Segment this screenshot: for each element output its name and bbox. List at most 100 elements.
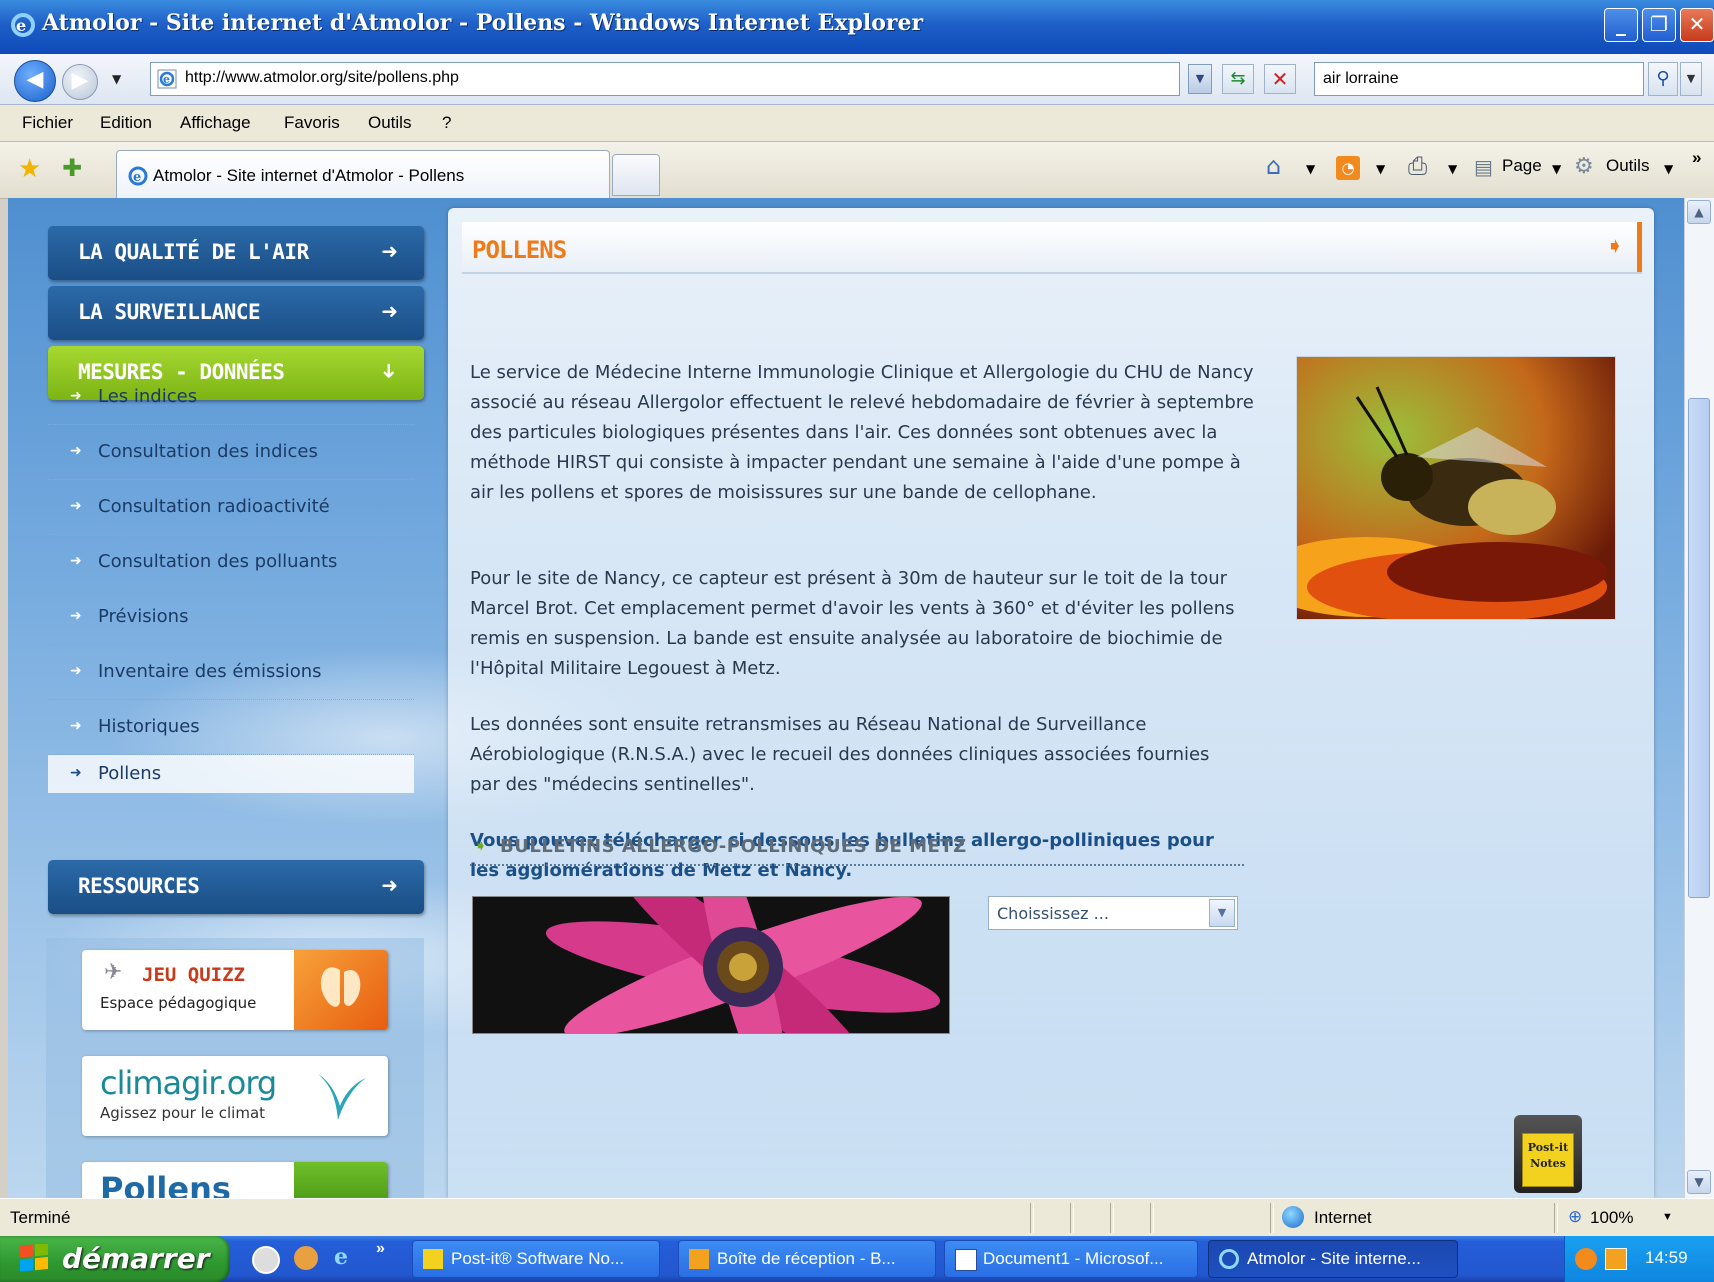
minimize-button[interactable]: _ <box>1604 8 1638 42</box>
search-input[interactable]: air lorraine <box>1314 62 1644 96</box>
tab-active[interactable]: e Atmolor - Site internet d'Atmolor - Po… <box>116 150 610 198</box>
close-button[interactable]: ✕ <box>1680 8 1714 42</box>
scroll-thumb[interactable] <box>1688 398 1710 898</box>
tools-dropdown-icon[interactable]: ▼ <box>1664 162 1673 176</box>
bulletins-heading[interactable]: ➧ BULLETINS ALLERGO-POLLINIQUES DE METZ <box>470 836 1244 866</box>
home-icon[interactable]: ⌂ <box>1266 152 1281 180</box>
bird-logo-icon <box>318 1074 366 1120</box>
status-divider <box>1070 1203 1074 1233</box>
page-dropdown-icon[interactable]: ▼ <box>1552 162 1561 176</box>
zoom-icon: ⊕ <box>1568 1207 1583 1227</box>
home-dropdown-icon[interactable]: ▼ <box>1306 162 1315 176</box>
taskbar-outlook[interactable]: Boîte de réception - B... <box>678 1240 936 1278</box>
climagir-title: climagir.org <box>100 1064 277 1102</box>
flower-photo <box>472 896 950 1034</box>
page-icon: e <box>157 69 177 89</box>
sidebar-item-label: Pollens <box>98 763 162 784</box>
sidebar-item-inventaire[interactable]: ➜ Inventaire des émissions <box>48 645 414 700</box>
chevron-down-icon[interactable]: ▼ <box>1209 899 1235 927</box>
status-divider <box>1150 1203 1154 1233</box>
quicklaunch-firefox-icon[interactable] <box>294 1246 318 1270</box>
search-icon[interactable]: ⚲ <box>1648 62 1678 96</box>
menu-fichier[interactable]: Fichier <box>22 113 73 133</box>
taskbar-label: Post-it® Software No... <box>451 1249 625 1268</box>
address-url[interactable]: http://www.atmolor.org/site/pollens.php <box>185 69 459 87</box>
forward-button[interactable]: ▶ <box>62 64 98 100</box>
postit-notes-icon[interactable]: Post-it Notes <box>1514 1115 1582 1193</box>
pollens-banner[interactable]: Pollens <box>82 1162 388 1198</box>
bullet-arrow-icon: ➜ <box>70 765 82 781</box>
quicklaunch-ie-icon[interactable]: e <box>334 1244 348 1270</box>
bulletins-title: BULLETINS ALLERGO-POLLINIQUES DE METZ <box>500 836 967 857</box>
taskbar-ie-active[interactable]: Atmolor - Site interne... <box>1208 1240 1458 1278</box>
zoom-dropdown-icon[interactable]: ▼ <box>1662 1211 1673 1223</box>
taskbar-word[interactable]: Document1 - Microsof... <box>944 1240 1198 1278</box>
svg-text:e: e <box>163 73 170 86</box>
search-options-icon[interactable]: ▼ <box>1680 62 1702 96</box>
menu-affichage[interactable]: Affichage <box>180 113 251 133</box>
stop-icon[interactable]: ✕ <box>1264 64 1296 94</box>
print-dropdown-icon[interactable]: ▼ <box>1448 162 1457 176</box>
menu-outils[interactable]: Outils <box>368 113 411 133</box>
nav-section-surveillance[interactable]: LA SURVEILLANCE ➜ <box>48 286 424 340</box>
menu-favoris[interactable]: Favoris <box>284 113 340 133</box>
postit-app-icon <box>423 1249 443 1269</box>
more-commands-chevron[interactable]: » <box>1692 148 1701 168</box>
scroll-up-icon[interactable]: ▲ <box>1687 200 1711 224</box>
address-dropdown-icon[interactable]: ▼ <box>1188 64 1212 94</box>
bullet-arrow-icon: ➜ <box>70 718 82 734</box>
postit-label-1: Post-it <box>1527 1141 1569 1154</box>
quicklaunch-app-icon[interactable] <box>252 1246 280 1274</box>
sidebar-item-les-indices[interactable]: ➜ Les indices <box>48 370 414 425</box>
history-dropdown-icon[interactable]: ▼ <box>112 72 121 86</box>
window-title-bar[interactable]: e Atmolor - Site internet d'Atmolor - Po… <box>0 0 1714 54</box>
menu-help[interactable]: ? <box>442 113 451 133</box>
page-menu-icon: ▤ <box>1474 155 1493 179</box>
climagir-banner[interactable]: climagir.org Agissez pour le climat <box>82 1056 388 1136</box>
start-button[interactable]: démarrer <box>0 1236 230 1282</box>
zoom-level[interactable]: 100% <box>1590 1208 1633 1228</box>
quicklaunch-more-chevron[interactable]: » <box>376 1240 385 1258</box>
taskbar-postit[interactable]: Post-it® Software No... <box>412 1240 660 1278</box>
bulletin-select[interactable]: Choississez ... ▼ <box>988 896 1238 930</box>
butterfly-icon <box>294 950 388 1030</box>
ie-logo-icon: e <box>11 13 35 37</box>
refresh-icon[interactable]: ⇆ <box>1222 64 1254 94</box>
sidebar-item-previsions[interactable]: ➜ Prévisions <box>48 590 414 645</box>
sidebar-item-consultation-radioactivite[interactable]: ➜ Consultation radioactivité <box>48 480 414 535</box>
feeds-icon[interactable]: ◔ <box>1336 156 1360 180</box>
menu-bar: Fichier Edition Affichage Favoris Outils… <box>0 105 1714 142</box>
tools-menu[interactable]: Outils <box>1606 156 1649 176</box>
nav-section-air-quality[interactable]: LA QUALITÉ DE L'AIR ➜ <box>48 226 424 280</box>
menu-edition[interactable]: Edition <box>100 113 152 133</box>
windows-flag-icon <box>20 1244 48 1272</box>
scroll-down-icon[interactable]: ▼ <box>1687 1170 1711 1194</box>
status-divider <box>1270 1203 1274 1233</box>
rnsa-paragraph: Les données sont ensuite retransmises au… <box>470 714 1210 795</box>
download-arrow-icon: ➧ <box>474 836 488 855</box>
sidebar-item-pollens[interactable]: ➜ Pollens <box>48 755 414 793</box>
page-menu[interactable]: Page <box>1502 156 1542 176</box>
vertical-scrollbar[interactable]: ▲ ▼ <box>1684 198 1714 1198</box>
quizz-title: JEU QUIZZ <box>142 964 245 986</box>
gear-icon: ⚙ <box>1574 154 1594 179</box>
favorites-star-icon[interactable]: ★ <box>18 154 41 184</box>
sidebar-item-historiques[interactable]: ➜ Historiques <box>48 700 414 755</box>
tray-collapse-icon[interactable] <box>1575 1248 1597 1270</box>
add-favorite-icon[interactable]: ✚ <box>62 154 82 182</box>
feeds-dropdown-icon[interactable]: ▼ <box>1376 162 1385 176</box>
sidebar-item-consultation-polluants[interactable]: ➜ Consultation des polluants <box>48 535 414 590</box>
bullet-arrow-icon: ➜ <box>70 443 82 459</box>
sidebar-item-consultation-indices[interactable]: ➜ Consultation des indices <box>48 425 414 480</box>
status-text: Terminé <box>10 1208 71 1227</box>
address-bar[interactable]: e http://www.atmolor.org/site/pollens.ph… <box>150 62 1180 96</box>
new-tab-button[interactable] <box>612 154 660 196</box>
tray-outlook-icon[interactable] <box>1605 1248 1627 1270</box>
taskbar-label: Atmolor - Site interne... <box>1247 1249 1421 1268</box>
quizz-banner[interactable]: ✈ JEU QUIZZ Espace pédagogique <box>82 950 388 1030</box>
print-icon[interactable]: ⎙ <box>1408 152 1427 180</box>
maximize-button[interactable]: ❐ <box>1642 8 1676 42</box>
nav-section-ressources[interactable]: RESSOURCES ➜ <box>48 860 424 914</box>
arrow-right-icon: ➜ <box>381 299 398 323</box>
back-button[interactable]: ◀ <box>14 60 56 102</box>
